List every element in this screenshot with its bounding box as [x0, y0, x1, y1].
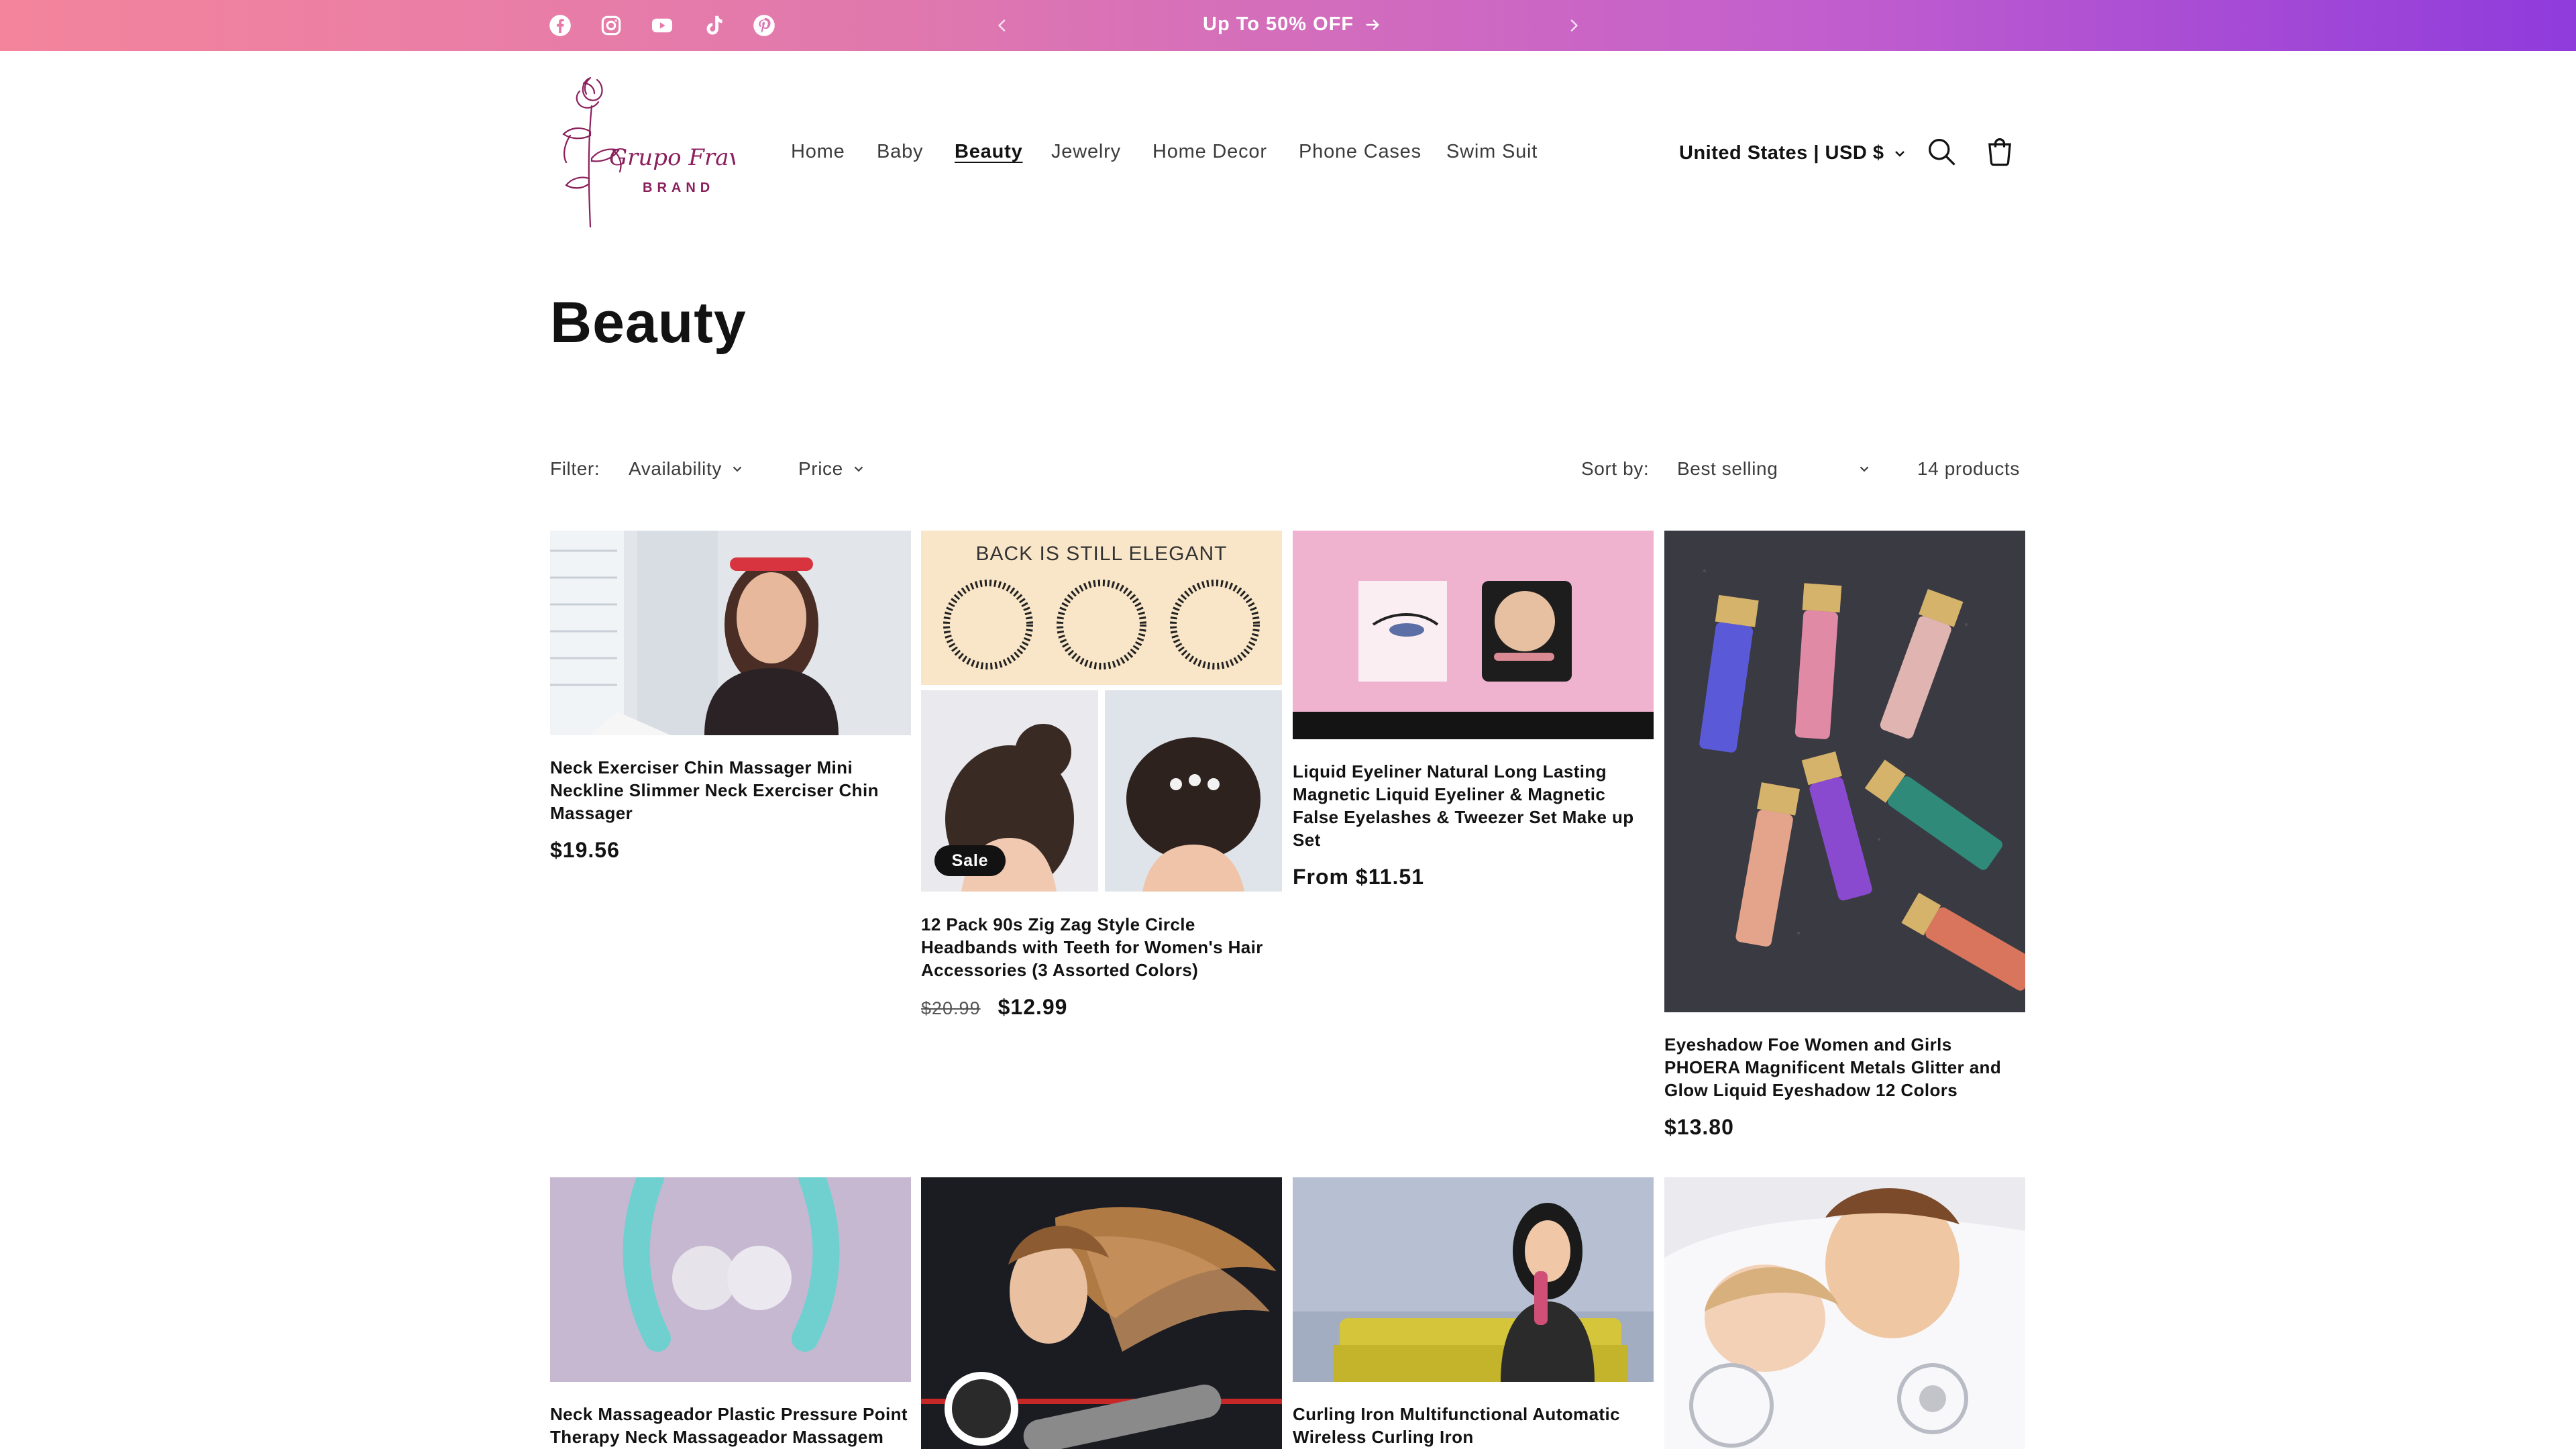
product-image[interactable]: [550, 1177, 911, 1382]
chevron-down-icon: [854, 466, 863, 472]
product-title[interactable]: Eyeshadow Foe Women and Girls PHOERA Mag…: [1664, 1033, 2025, 1102]
nav-swim-suit[interactable]: Swim Suit: [1446, 141, 1538, 163]
sort-label: Sort by:: [1581, 458, 1650, 479]
product-price: $19.56: [550, 838, 620, 862]
brand-logo[interactable]: Grupo Fravas BRAND: [550, 71, 767, 235]
search-icon[interactable]: [1924, 134, 1959, 169]
page-title: Beauty: [550, 290, 747, 355]
cart-icon[interactable]: [1982, 134, 2017, 169]
product-image[interactable]: [1664, 1177, 2025, 1449]
product-title[interactable]: Curling Iron Multifunctional Automatic W…: [1293, 1403, 1654, 1448]
filter-label: Filter:: [550, 458, 600, 479]
product-image[interactable]: BACK IS STILL ELEGANT: [921, 531, 1282, 892]
image-caption: BACK IS STILL ELEGANT: [975, 543, 1227, 565]
pinterest-icon[interactable]: [751, 13, 777, 38]
nav-phone-cases[interactable]: Phone Cases: [1299, 141, 1421, 163]
locale-selector[interactable]: United States | USD $: [1679, 142, 1908, 164]
price-label: Price: [798, 458, 843, 479]
product-price: $13.80: [1664, 1115, 1734, 1139]
chevron-down-icon: [1860, 466, 1869, 472]
product-price: From $11.51: [1293, 865, 1424, 889]
rose-logo-icon: Grupo Fravas BRAND: [562, 76, 767, 228]
chevron-down-icon: [1895, 150, 1905, 157]
product-count: 14 products: [1917, 458, 2020, 479]
locale-label: United States | USD $: [1679, 142, 1884, 164]
product-image[interactable]: [921, 1177, 1282, 1449]
nav-home-decor[interactable]: Home Decor: [1152, 141, 1267, 163]
product-title[interactable]: Neck Exerciser Chin Massager Mini Neckli…: [550, 756, 911, 824]
tiktok-icon[interactable]: [700, 13, 726, 38]
sort-select[interactable]: Best selling: [1677, 458, 1872, 480]
announcement-text: Up To 50% OFF: [1203, 13, 1354, 35]
product-title[interactable]: 12 Pack 90s Zig Zag Style Circle Headban…: [921, 913, 1282, 981]
nav-jewelry[interactable]: Jewelry: [1051, 141, 1121, 163]
chevron-down-icon: [733, 466, 742, 472]
sort-value: Best selling: [1677, 458, 1778, 479]
price-sale: $12.99: [998, 995, 1068, 1019]
availability-label: Availability: [629, 458, 722, 479]
announcement-link[interactable]: Up To 50% OFF: [1203, 13, 1382, 36]
youtube-icon[interactable]: [649, 13, 675, 38]
announcement-next-icon[interactable]: [1562, 13, 1586, 38]
product-title[interactable]: Neck Massageador Plastic Pressure Point …: [550, 1403, 911, 1448]
arrow-right-icon: [1366, 19, 1380, 30]
announcement-bar: Up To 50% OFF: [0, 0, 2576, 51]
product-image[interactable]: [1664, 531, 2025, 1012]
product-title[interactable]: Liquid Eyeliner Natural Long Lasting Mag…: [1293, 760, 1654, 851]
price-compare: $20.99: [921, 998, 981, 1018]
product-image[interactable]: [550, 531, 911, 735]
sale-badge: Sale: [934, 845, 1006, 876]
announcement-prev-icon[interactable]: [990, 13, 1014, 38]
price-filter[interactable]: Price: [798, 458, 866, 480]
nav-baby[interactable]: Baby: [877, 141, 923, 163]
instagram-icon[interactable]: [598, 13, 624, 38]
logo-sub-text: BRAND: [643, 180, 714, 195]
product-price: $20.99 $12.99: [921, 995, 1067, 1020]
product-image[interactable]: [1293, 531, 1654, 739]
nav-beauty[interactable]: Beauty: [955, 141, 1023, 163]
facebook-icon[interactable]: [547, 13, 573, 38]
product-image[interactable]: [1293, 1177, 1654, 1382]
nav-home[interactable]: Home: [791, 141, 845, 163]
availability-filter[interactable]: Availability: [629, 458, 745, 480]
logo-script-text: Grupo Fravas: [609, 144, 735, 171]
